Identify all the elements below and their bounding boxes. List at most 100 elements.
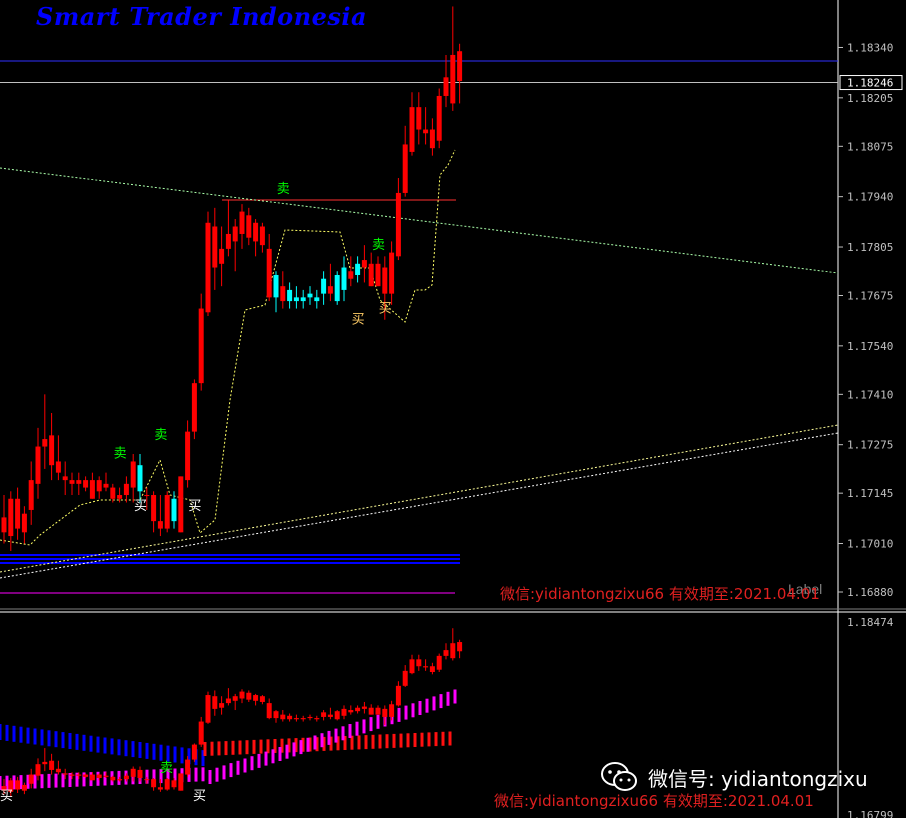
sub-candle-body (293, 718, 299, 720)
sub-candle-body (259, 696, 265, 702)
sub-candle-body (273, 711, 279, 719)
sub-candle-body (429, 666, 435, 673)
sub-candle-body (21, 784, 27, 791)
candle-body (321, 278, 327, 294)
candle-body (219, 248, 225, 264)
candle-body (103, 483, 109, 488)
candle-body (83, 480, 89, 488)
sub-candle-body (62, 773, 68, 775)
candle-body (395, 192, 401, 257)
candle-body (327, 286, 333, 294)
candle-body (28, 480, 34, 510)
candle-body (232, 226, 238, 242)
candle-body (436, 95, 442, 141)
trendline-down (0, 167, 839, 274)
sub-candle-body (287, 715, 293, 720)
signal-label: 买 (352, 312, 365, 327)
candle-body (69, 480, 75, 484)
sub-candle-body (436, 655, 442, 670)
sub-candle-body (348, 710, 354, 713)
sub-signal-label: 卖 (160, 761, 173, 776)
candle-body (117, 495, 123, 499)
sub-candle-body (83, 774, 89, 777)
candle-body (212, 226, 218, 268)
sub-candle-body (423, 666, 429, 668)
candle-body (225, 233, 231, 249)
signal-label: 买 (134, 499, 147, 514)
candle-body (144, 495, 150, 497)
sub-candle-body (450, 643, 456, 659)
y-tick-label: 1.17145 (847, 487, 893, 500)
sub-y-tick-label: 1.16799 (847, 809, 893, 818)
watermark-bottom: 微信:yidiantongzixu66 有效期至:2021.04.01 (494, 792, 814, 810)
candle-body (429, 129, 435, 149)
current-price-label: 1.18246 (847, 77, 893, 90)
sub-candle-body (341, 708, 347, 716)
sub-candle-body (191, 744, 197, 760)
sub-candle-body (137, 769, 143, 779)
sub-candle-body (171, 780, 177, 788)
candle-body (416, 107, 422, 130)
sub-candle-body (157, 787, 163, 790)
sub-candle-body (246, 692, 252, 700)
candle-body (178, 476, 184, 533)
candle-body (89, 480, 95, 499)
candle-body (185, 431, 191, 481)
candle-body (49, 435, 55, 466)
sub-candle-body (219, 703, 225, 708)
candle-body (293, 297, 299, 302)
y-tick-label: 1.17540 (847, 340, 893, 353)
sub-candle-body (144, 779, 150, 781)
candle-body (280, 286, 286, 302)
sub-candle-body (178, 773, 184, 791)
candle-body (266, 248, 272, 298)
candle-body (361, 260, 367, 268)
wechat-badge: 微信号: yidiantongzixu (600, 761, 868, 793)
sub-candle-body (368, 707, 374, 715)
candle-body (198, 308, 204, 384)
candle-body (21, 513, 27, 533)
sub-candle-body (185, 759, 191, 775)
candle-body (130, 461, 136, 488)
sub-candle-body (300, 718, 306, 720)
candle-body (151, 495, 157, 522)
sub-candle-body (232, 696, 238, 701)
sub-candle-body (314, 718, 320, 720)
candle-body (15, 498, 21, 529)
sub-candle-body (42, 761, 48, 765)
candle-body (307, 293, 313, 298)
candle-body (450, 54, 456, 104)
candle-body (8, 498, 14, 537)
sub-y-tick-label: 1.18474 (847, 616, 894, 629)
candle-body (253, 222, 259, 242)
signal-label: 卖 (154, 428, 167, 443)
sub-candle-body (96, 774, 102, 779)
candle-body (334, 274, 340, 302)
sub-candle-body (266, 703, 272, 719)
sub-candle-body (395, 685, 401, 706)
candle-body (355, 263, 361, 275)
price-chart-canvas[interactable]: 1.18340 1.18205 1.18075 1.17940 1.17805 1.176… (0, 0, 906, 818)
y-tick-label: 1.17675 (847, 290, 893, 303)
sub-candle-body (280, 714, 286, 720)
candle-body (348, 271, 354, 279)
sub-candle-body (457, 642, 463, 652)
wechat-id: 微信号: yidiantongzixu (648, 766, 868, 791)
sub-candle-body (355, 707, 361, 712)
sub-candle-body (225, 698, 231, 704)
sub-candle-body (327, 714, 333, 717)
sub-candle-body (382, 708, 388, 717)
trading-chart-window: 1.18340 1.18205 1.18075 1.17940 1.17805 1.176… (0, 0, 906, 818)
sub-candle-body (110, 776, 116, 781)
y-tick-label: 1.17940 (847, 191, 893, 204)
candle-body (402, 144, 408, 193)
sub-candle-body (307, 716, 313, 719)
y-tick-label: 1.17805 (847, 241, 893, 254)
wechat-icon (601, 762, 637, 791)
sub-candle-body (164, 779, 170, 790)
sub-candle-body (389, 704, 395, 717)
candle-body (164, 495, 170, 529)
y-tick-label: 1.18075 (847, 140, 893, 153)
candle-body (157, 521, 163, 529)
candle-body (300, 297, 306, 302)
